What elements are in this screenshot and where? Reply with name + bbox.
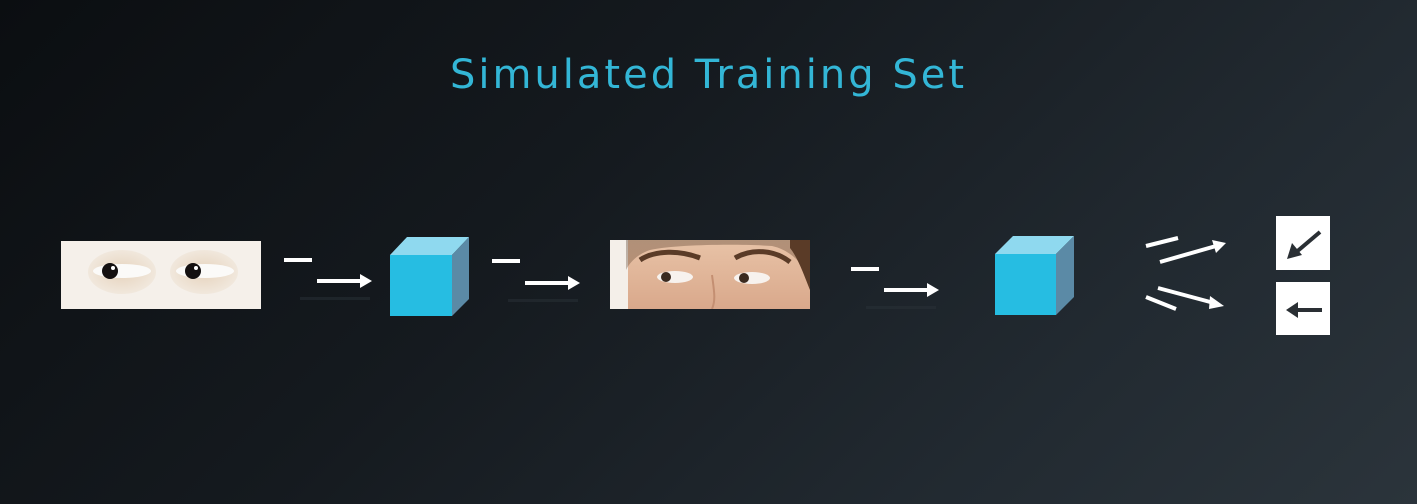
- flow-arrow-2: [492, 259, 580, 302]
- refined-face-image: [610, 240, 810, 309]
- gaze-outputs: [1276, 216, 1330, 335]
- pipeline-diagram: [61, 216, 1330, 335]
- output-box-bottom: [1276, 282, 1330, 335]
- simulated-eyes-image: [61, 241, 261, 309]
- right-eye-white: [176, 264, 234, 278]
- flow-arrow-1: [284, 258, 372, 300]
- right-pupil-icon: [185, 263, 201, 279]
- estimator-cube: [995, 236, 1074, 315]
- left-eye-white: [93, 264, 151, 278]
- flow-arrow-3: [851, 267, 939, 309]
- output-box-top: [1276, 216, 1330, 270]
- split-arrows: [1145, 236, 1226, 311]
- left-pupil-icon: [102, 263, 118, 279]
- refiner-cube: [390, 237, 469, 316]
